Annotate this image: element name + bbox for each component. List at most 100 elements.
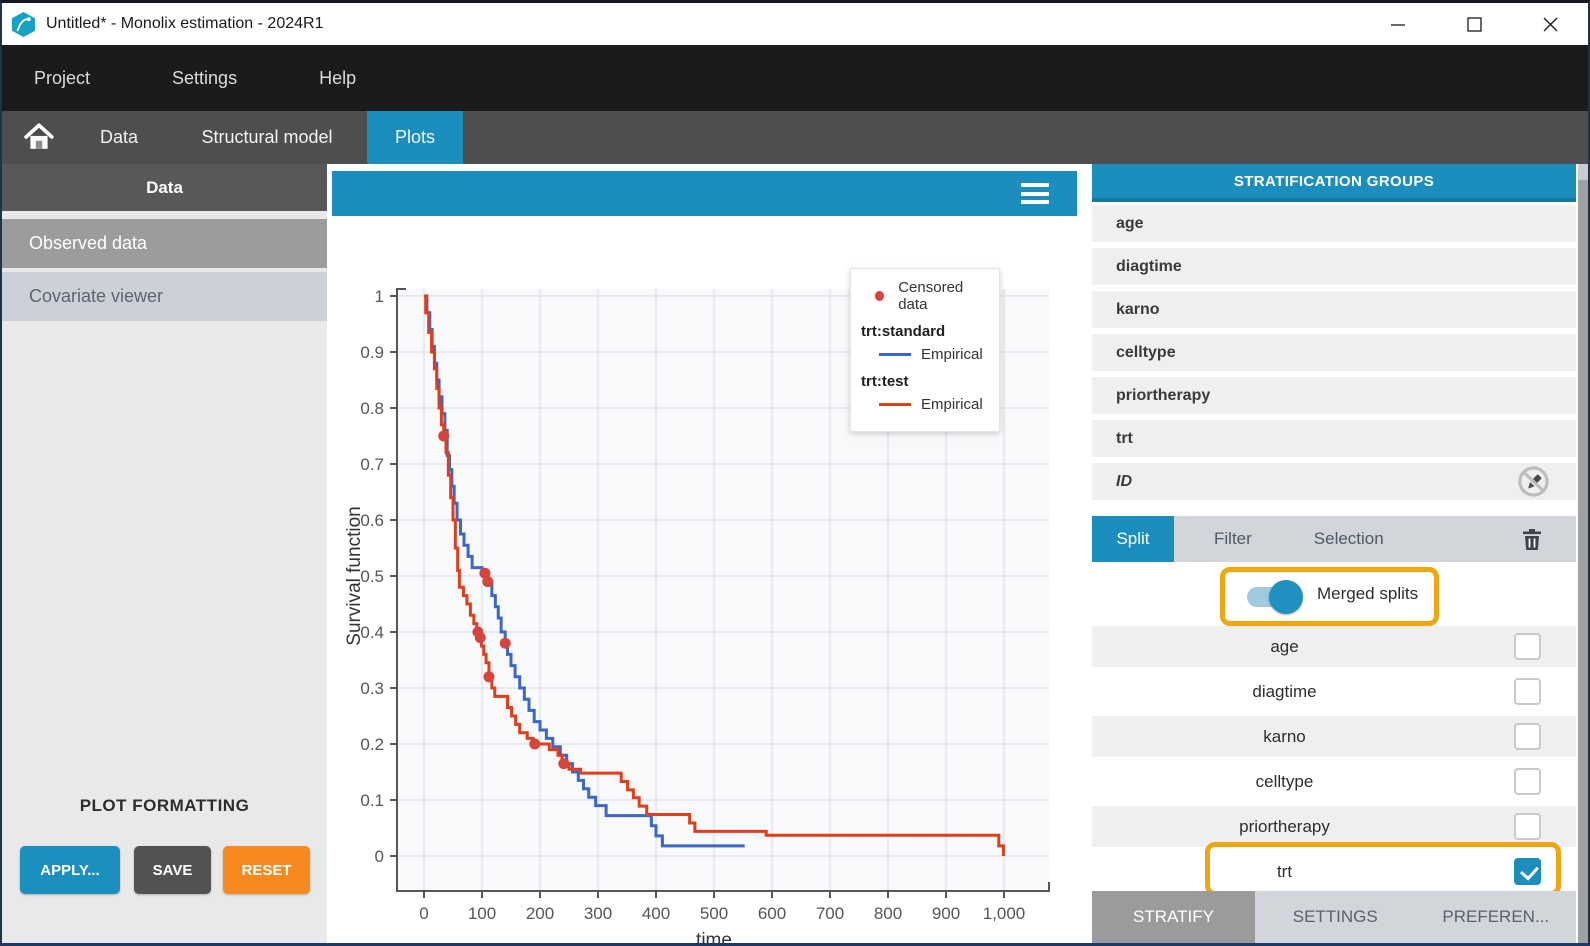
split-row-celltype: celltype: [1092, 761, 1576, 802]
legend-censored-label: Censored data: [898, 279, 989, 313]
group-row-id[interactable]: ID: [1092, 463, 1576, 500]
group-row-diagtime[interactable]: diagtime: [1092, 248, 1576, 285]
checkbox-trt[interactable]: [1514, 858, 1541, 885]
svg-text:0: 0: [419, 904, 428, 923]
maximize-button[interactable]: [1436, 3, 1512, 45]
tab-data[interactable]: Data: [80, 111, 158, 164]
merged-splits-row: Merged splits: [1092, 562, 1576, 612]
svg-text:0.3: 0.3: [360, 679, 384, 698]
split-row-diagtime: diagtime: [1092, 671, 1576, 712]
monolix-logo-icon: [10, 11, 37, 38]
stratify-mode-tabs: Split Filter Selection: [1092, 516, 1576, 562]
plot-legend: Censored data trt:standard Empirical trt…: [850, 268, 1000, 432]
checkbox-diagtime[interactable]: [1514, 678, 1541, 705]
svg-text:1,000: 1,000: [983, 904, 1026, 923]
plot-formatting-title: PLOT FORMATTING: [2, 796, 327, 816]
plot-menu-icon[interactable]: [1021, 183, 1049, 204]
tab-plots[interactable]: Plots: [367, 111, 463, 164]
save-button[interactable]: SAVE: [134, 846, 211, 894]
menu-settings[interactable]: Settings: [152, 68, 257, 89]
legend-group-trt-test: trt:test: [861, 373, 989, 390]
tab-selection[interactable]: Selection: [1292, 516, 1406, 562]
survival-plot: 01002003004005006007008009001,00000.10.2…: [332, 216, 1077, 943]
svg-text:300: 300: [584, 904, 612, 923]
menu-bar: Project Settings Help: [2, 45, 1588, 111]
split-row-priortherapy: priortherapy: [1092, 806, 1576, 847]
id-label: ID: [1116, 473, 1132, 491]
svg-text:200: 200: [526, 904, 554, 923]
tab-split[interactable]: Split: [1092, 516, 1174, 562]
legend-empirical-test: Empirical: [921, 396, 983, 413]
split-row-age: age: [1092, 626, 1576, 667]
split-row-karno: karno: [1092, 716, 1576, 757]
svg-text:1: 1: [375, 287, 384, 306]
checkbox-celltype[interactable]: [1514, 768, 1541, 795]
censored-data-marker: [875, 291, 884, 301]
plot-formatting-buttons: APPLY... SAVE RESET: [2, 846, 327, 894]
legend-group-trt-standard: trt:standard: [861, 323, 989, 340]
svg-text:600: 600: [758, 904, 786, 923]
split-label-trt: trt: [1092, 862, 1477, 882]
reset-button[interactable]: RESET: [223, 846, 310, 894]
tab-preferences[interactable]: PREFEREN...: [1416, 891, 1577, 943]
content-area: Data Observed data Covariate viewer PLOT…: [2, 164, 1588, 943]
svg-text:time: time: [696, 930, 732, 943]
svg-text:500: 500: [700, 904, 728, 923]
plot-header-bar: [332, 171, 1077, 216]
tab-settings[interactable]: SETTINGS: [1255, 891, 1416, 943]
group-row-celltype[interactable]: celltype: [1092, 334, 1576, 371]
toggle-knob: [1269, 580, 1303, 614]
legend-empirical-standard: Empirical: [921, 346, 983, 363]
stratification-groups-header: STRATIFICATION GROUPS: [1092, 164, 1576, 202]
plot-panel: 01002003004005006007008009001,00000.10.2…: [332, 164, 1077, 943]
group-row-karno[interactable]: karno: [1092, 291, 1576, 328]
svg-text:0: 0: [375, 847, 384, 866]
monolix-window: Untitled* - Monolix estimation - 2024R1 …: [0, 0, 1590, 946]
svg-text:Survival function: Survival function: [344, 506, 365, 645]
checkbox-age[interactable]: [1514, 633, 1541, 660]
home-icon[interactable]: [24, 123, 54, 151]
svg-text:0.8: 0.8: [360, 399, 384, 418]
svg-text:0.9: 0.9: [360, 343, 384, 362]
sidebar-item-covariate-viewer[interactable]: Covariate viewer: [2, 272, 327, 321]
tab-stratify[interactable]: STRATIFY: [1092, 891, 1255, 943]
window-title: Untitled* - Monolix estimation - 2024R1: [46, 15, 323, 33]
split-label-age: age: [1092, 637, 1477, 657]
minimize-button[interactable]: [1360, 3, 1436, 45]
svg-text:0.2: 0.2: [360, 735, 384, 754]
sidebar-item-observed-data[interactable]: Observed data: [2, 219, 327, 268]
merged-splits-label: Merged splits: [1317, 584, 1418, 604]
split-row-trt: trt: [1092, 851, 1576, 892]
merged-splits-toggle[interactable]: [1247, 587, 1299, 607]
empirical-line-swatch-blue: [879, 353, 911, 357]
scrollbar-thumb[interactable]: [1578, 180, 1590, 943]
panel-scrollbar[interactable]: [1578, 164, 1590, 943]
split-label-celltype: celltype: [1092, 772, 1477, 792]
svg-text:100: 100: [468, 904, 496, 923]
stratification-panel: STRATIFICATION GROUPS age diagtime karno…: [1077, 164, 1590, 943]
svg-text:0.1: 0.1: [360, 791, 384, 810]
merged-splits-highlight: Merged splits: [1220, 567, 1439, 626]
apply-button[interactable]: APPLY...: [20, 846, 120, 894]
svg-text:900: 900: [932, 904, 960, 923]
plots-sidebar: Data Observed data Covariate viewer PLOT…: [2, 164, 327, 943]
checkbox-priortherapy[interactable]: [1514, 813, 1541, 840]
group-row-trt[interactable]: trt: [1092, 420, 1576, 457]
group-row-priortherapy[interactable]: priortherapy: [1092, 377, 1576, 414]
trash-icon[interactable]: [1520, 527, 1544, 551]
menu-help[interactable]: Help: [299, 68, 376, 89]
svg-text:0.7: 0.7: [360, 455, 384, 474]
group-row-age[interactable]: age: [1092, 205, 1576, 242]
title-bar: Untitled* - Monolix estimation - 2024R1: [2, 3, 1588, 45]
tab-structural-model[interactable]: Structural model: [172, 111, 362, 164]
sidebar-section-header: Data: [2, 164, 327, 211]
tab-filter[interactable]: Filter: [1192, 516, 1274, 562]
main-tab-bar: Data Structural model Plots: [2, 111, 1588, 164]
close-button[interactable]: [1512, 3, 1588, 45]
checkbox-karno[interactable]: [1514, 723, 1541, 750]
menu-project[interactable]: Project: [14, 68, 110, 89]
panel-bottom-tabs: STRATIFY SETTINGS PREFEREN...: [1092, 891, 1576, 943]
no-edit-icon: [1517, 465, 1550, 498]
split-label-karno: karno: [1092, 727, 1477, 747]
svg-text:400: 400: [642, 904, 670, 923]
